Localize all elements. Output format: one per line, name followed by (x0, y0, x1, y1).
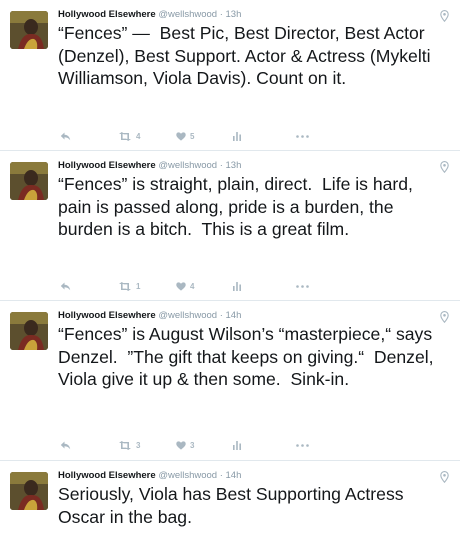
like-count: 5 (190, 131, 195, 141)
retweet-icon (119, 281, 131, 291)
reply-icon (60, 282, 71, 290)
like-count: 3 (190, 440, 195, 450)
reply-icon (60, 132, 71, 140)
analytics-icon (233, 441, 241, 450)
tweet[interactable]: Hollywood Elsewhere @wellshwood · 14h “F… (0, 301, 460, 461)
like-button[interactable]: 5 (176, 132, 232, 141)
retweet-button[interactable]: 3 (118, 440, 176, 450)
author-name[interactable]: Hollywood Elsewhere (58, 160, 156, 171)
tweet-actions: 3 3 (60, 437, 309, 453)
heart-icon (176, 281, 186, 291)
retweet-icon (119, 440, 131, 450)
retweet-button[interactable]: 1 (118, 281, 176, 291)
tweet-timestamp[interactable]: · 13h (220, 160, 242, 171)
author-handle[interactable]: @wellshwood (158, 470, 217, 481)
analytics-button[interactable] (232, 281, 296, 291)
more-icon (296, 134, 309, 138)
tweet-feed: Hollywood Elsewhere @wellshwood · 13h “F… (0, 0, 460, 543)
avatar[interactable] (10, 472, 48, 510)
avatar[interactable] (10, 312, 48, 350)
tweet-text: “Fences” is August Wilson’s “masterpiece… (58, 324, 439, 389)
more-button[interactable] (296, 284, 309, 288)
retweet-count: 1 (136, 281, 141, 291)
retweet-button[interactable]: 4 (118, 131, 176, 141)
tweet-text: “Fences” is straight, plain, direct. Lif… (58, 174, 418, 239)
reply-button[interactable] (60, 132, 118, 141)
avatar[interactable] (10, 162, 48, 200)
tweet-timestamp[interactable]: · 14h (220, 470, 242, 481)
avatar[interactable] (10, 11, 48, 49)
like-button[interactable]: 3 (176, 441, 232, 450)
more-icon (296, 443, 309, 447)
more-icon (296, 284, 309, 288)
tweet-timestamp[interactable]: · 14h (220, 310, 242, 321)
tweet-timestamp[interactable]: · 13h (220, 9, 242, 20)
author-name[interactable]: Hollywood Elsewhere (58, 9, 156, 20)
retweet-icon (119, 131, 131, 141)
analytics-button[interactable] (232, 440, 296, 450)
heart-icon (176, 440, 186, 450)
tweet-actions: 4 5 (60, 128, 309, 144)
location-pin-icon (440, 310, 449, 324)
analytics-icon (233, 132, 241, 141)
tweet-header: Hollywood Elsewhere @wellshwood · 13h (58, 160, 241, 172)
tweet-header: Hollywood Elsewhere @wellshwood · 14h (58, 470, 241, 482)
author-handle[interactable]: @wellshwood (158, 9, 217, 20)
tweet[interactable]: Hollywood Elsewhere @wellshwood · 13h “F… (0, 151, 460, 301)
like-count: 4 (190, 281, 195, 291)
tweet-header: Hollywood Elsewhere @wellshwood · 13h (58, 9, 241, 21)
location-pin-icon (440, 470, 449, 484)
retweet-count: 4 (136, 131, 141, 141)
like-button[interactable]: 4 (176, 282, 232, 291)
author-name[interactable]: Hollywood Elsewhere (58, 470, 156, 481)
reply-button[interactable] (60, 282, 118, 291)
tweet-actions: 1 4 (60, 278, 309, 294)
reply-icon (60, 441, 71, 449)
tweet-header: Hollywood Elsewhere @wellshwood · 14h (58, 310, 241, 322)
tweet-text: Seriously, Viola has Best Supporting Act… (58, 484, 409, 527)
analytics-icon (233, 282, 241, 291)
tweet[interactable]: Hollywood Elsewhere @wellshwood · 13h “F… (0, 0, 460, 151)
analytics-button[interactable] (232, 131, 296, 141)
location-pin-icon (440, 160, 449, 174)
more-button[interactable] (296, 134, 309, 138)
heart-icon (176, 131, 186, 141)
tweet[interactable]: Hollywood Elsewhere @wellshwood · 14h Se… (0, 461, 460, 543)
location-pin-icon (440, 9, 449, 23)
more-button[interactable] (296, 443, 309, 447)
reply-button[interactable] (60, 441, 118, 450)
tweet-text: “Fences” — Best Pic, Best Director, Best… (58, 23, 436, 88)
author-handle[interactable]: @wellshwood (158, 310, 217, 321)
author-handle[interactable]: @wellshwood (158, 160, 217, 171)
author-name[interactable]: Hollywood Elsewhere (58, 310, 156, 321)
retweet-count: 3 (136, 440, 141, 450)
